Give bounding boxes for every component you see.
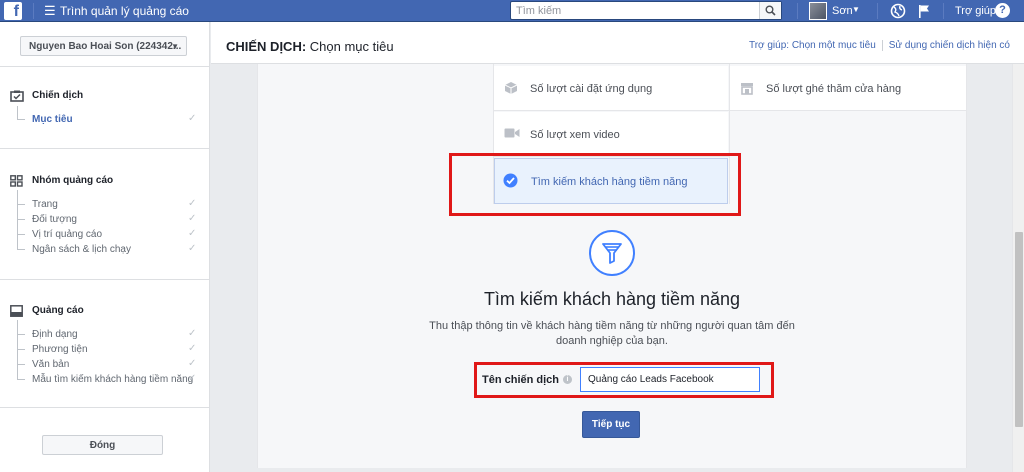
check-icon: ✓ — [188, 358, 197, 369]
help-link[interactable]: Trợ giúp — [955, 5, 996, 17]
objective-description: Thu thập thông tin về khách hàng tiềm nă… — [429, 320, 795, 347]
check-icon: ✓ — [188, 213, 197, 224]
tree-line — [17, 204, 25, 205]
sidebar-item-text[interactable]: Văn bản — [32, 359, 69, 370]
funnel-badge — [589, 230, 635, 276]
facebook-logo-icon[interactable]: f — [4, 2, 22, 20]
tree-line — [17, 349, 25, 350]
divider — [493, 156, 730, 157]
video-camera-icon — [504, 128, 520, 138]
check-icon: ✓ — [188, 373, 197, 384]
campaign-name-label: Tên chiến dịch — [482, 374, 560, 386]
page-title: CHIẾN DỊCH: Chọn mục tiêu — [226, 39, 394, 54]
sidebar-item-page[interactable]: Trang — [32, 199, 58, 210]
divider — [493, 64, 494, 204]
help-icon[interactable]: ? — [995, 3, 1010, 18]
campaign-icon — [10, 90, 24, 102]
campaign-name-input[interactable] — [580, 367, 760, 392]
flag-icon[interactable] — [916, 3, 932, 19]
scrollbar-thumb[interactable] — [1015, 232, 1023, 427]
sidebar: Nguyen Bao Hoai Son (224342... ▼ Chiến d… — [0, 22, 210, 472]
divider — [877, 3, 878, 19]
section-title-adset[interactable]: Nhóm quảng cáo — [32, 175, 113, 186]
search-box — [510, 1, 782, 20]
check-icon: ✓ — [188, 343, 197, 354]
sidebar-item-lead-form[interactable]: Mẫu tìm kiếm khách hàng tiềm năng — [32, 374, 193, 385]
objective-lead-generation[interactable]: Tìm kiếm khách hàng tiềm năng — [494, 158, 728, 204]
continue-button[interactable]: Tiếp tục — [582, 411, 640, 438]
tree-line — [17, 364, 25, 365]
check-circle-icon — [503, 173, 518, 188]
page-header: CHIẾN DỊCH: Chọn mục tiêu Trợ giúp: Chọn… — [211, 22, 1024, 64]
divider — [881, 40, 883, 51]
tree-line — [17, 106, 18, 119]
objective-label: Tìm kiếm khách hàng tiềm năng — [531, 176, 688, 188]
sidebar-item-media[interactable]: Phương tiện — [32, 344, 88, 355]
info-icon[interactable]: i — [563, 375, 572, 384]
divider — [943, 3, 944, 19]
page-title-prefix: CHIẾN DỊCH: — [226, 39, 307, 54]
objective-label: Số lượt cài đặt ứng dụng — [530, 83, 653, 95]
divider — [493, 110, 966, 111]
funnel-icon — [602, 243, 622, 264]
tree-line — [17, 379, 25, 380]
globe-icon[interactable] — [890, 3, 906, 19]
account-name: Nguyen Bao Hoai Son (224342... — [29, 41, 182, 52]
divider — [797, 3, 798, 19]
account-select[interactable]: Nguyen Bao Hoai Son (224342... ▼ — [20, 36, 187, 56]
adset-icon — [10, 175, 23, 187]
section-title-ad[interactable]: Quảng cáo — [32, 305, 84, 316]
section-title-campaign[interactable]: Chiến dịch — [32, 90, 83, 101]
objective-app-installs[interactable]: Số lượt cài đặt ứng dụng — [494, 66, 728, 110]
check-icon: ✓ — [188, 228, 197, 239]
search-input[interactable] — [511, 2, 761, 19]
tree-line — [17, 190, 18, 250]
sidebar-item-placements[interactable]: Vị trí quảng cáo — [32, 229, 102, 240]
help-choose-objective-link[interactable]: Trợ giúp: Chọn một mục tiêu — [749, 40, 876, 51]
scrollbar[interactable] — [1012, 64, 1024, 472]
tree-line — [17, 234, 25, 235]
store-icon — [741, 83, 753, 95]
objective-title: Tìm kiếm khách hàng tiềm năng — [483, 289, 741, 309]
check-icon: ✓ — [188, 198, 197, 209]
menu-icon[interactable]: ☰ — [44, 4, 56, 18]
divider — [0, 148, 210, 149]
check-icon: ✓ — [188, 243, 197, 254]
tree-line — [17, 249, 25, 250]
sidebar-item-budget-schedule[interactable]: Ngân sách & lịch chạy — [32, 244, 131, 255]
avatar[interactable] — [809, 2, 827, 20]
check-icon: ✓ — [188, 328, 197, 339]
app-title[interactable]: Trình quản lý quảng cáo — [60, 4, 189, 18]
sidebar-item-format[interactable]: Định dạng — [32, 329, 78, 340]
tree-line — [17, 119, 25, 120]
search-icon — [765, 5, 776, 16]
chevron-down-icon[interactable]: ▼ — [852, 5, 860, 14]
header-links: Trợ giúp: Chọn một mục tiêu Sử dụng chiến… — [749, 40, 1010, 51]
divider — [729, 64, 730, 204]
search-button[interactable] — [759, 2, 781, 19]
divider — [966, 64, 967, 110]
sidebar-item-objective[interactable]: Mục tiêu — [32, 114, 73, 125]
objective-store-visits[interactable]: Số lượt ghé thăm cửa hàng — [730, 66, 966, 110]
chevron-down-icon: ▼ — [171, 42, 179, 51]
objective-label: Số lượt ghé thăm cửa hàng — [766, 83, 902, 95]
use-existing-campaign-link[interactable]: Sử dụng chiến dịch hiện có — [889, 40, 1010, 51]
top-bar: f ☰ Trình quản lý quảng cáo Sơn ▼ Trợ gi… — [0, 0, 1024, 22]
tree-line — [17, 219, 25, 220]
user-name[interactable]: Sơn — [832, 5, 853, 17]
ad-icon — [10, 305, 23, 317]
tree-line — [17, 334, 25, 335]
divider — [0, 66, 210, 67]
objective-label: Số lượt xem video — [530, 129, 620, 141]
divider — [33, 3, 34, 19]
box-icon — [504, 82, 518, 94]
check-icon: ✓ — [188, 113, 197, 124]
sidebar-item-audience[interactable]: Đối tượng — [32, 214, 77, 225]
objective-video-views[interactable]: Số lượt xem video — [494, 112, 728, 156]
tree-line — [17, 320, 18, 380]
close-button[interactable]: Đóng — [42, 435, 163, 455]
page-title-text: Chọn mục tiêu — [306, 39, 394, 54]
divider — [0, 279, 210, 280]
divider — [0, 407, 210, 408]
